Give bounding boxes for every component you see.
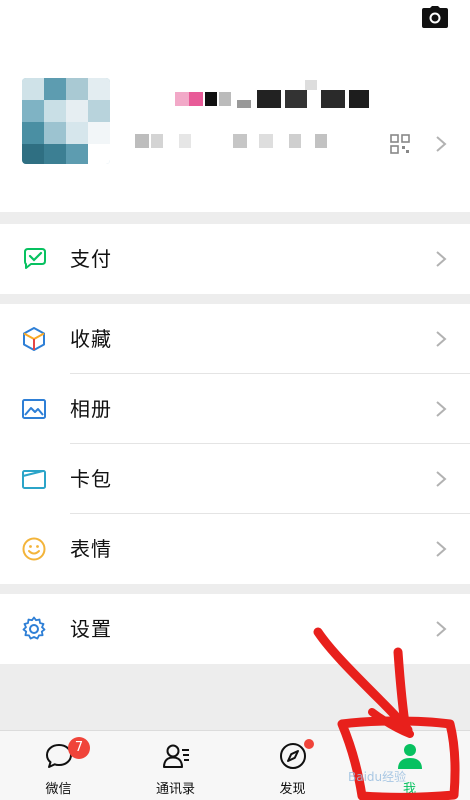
wallet-check-icon — [24, 248, 46, 269]
tab-contacts[interactable]: 通讯录 — [117, 731, 234, 800]
menu-item-pay[interactable]: 支付 — [0, 224, 470, 294]
camera-icon — [422, 6, 448, 28]
chevron-right-icon — [436, 541, 447, 557]
watermark: Baidu经验 — [348, 770, 407, 784]
menu-item-label: 设置 — [70, 617, 112, 641]
person-icon — [398, 744, 422, 769]
tab-discover[interactable]: 发现 — [234, 731, 351, 800]
chevron-right-icon — [436, 401, 447, 417]
chevron-right-icon — [436, 471, 447, 487]
bottom-tab-bar: 7 微信 通讯录 发现 我 — [0, 730, 470, 800]
camera-button[interactable] — [420, 4, 450, 30]
emoji-smile-icon — [22, 537, 46, 561]
favorites-cube-icon — [23, 327, 45, 351]
menu-group-collections: 收藏 相册 卡包 表情 — [0, 304, 470, 584]
menu-item-label: 支付 — [70, 247, 112, 271]
tab-wechat[interactable]: 7 微信 — [0, 731, 117, 800]
menu-item-emoji[interactable]: 表情 — [0, 514, 470, 584]
menu-item-label: 收藏 — [70, 327, 112, 351]
new-content-dot — [304, 739, 314, 749]
menu-group-settings: 设置 — [0, 594, 470, 664]
gear-icon — [22, 616, 46, 640]
menu-item-label: 相册 — [70, 397, 112, 421]
tab-me[interactable]: 我 — [351, 731, 468, 800]
menu-item-settings[interactable]: 设置 — [0, 594, 470, 664]
unread-badge: 7 — [68, 737, 90, 759]
menu-item-label: 卡包 — [70, 467, 112, 491]
chevron-right-icon — [436, 331, 447, 347]
menu-group-pay: 支付 — [0, 224, 470, 294]
tab-label: 微信 — [45, 782, 72, 797]
menu-item-card-wallet[interactable]: 卡包 — [0, 444, 470, 514]
nickname-redacted — [175, 80, 375, 114]
qr-code-icon[interactable] — [390, 134, 410, 154]
album-icon — [22, 399, 46, 419]
wechat-id-redacted — [135, 132, 335, 152]
contacts-icon — [163, 744, 189, 768]
card-wallet-icon — [22, 470, 46, 489]
menu-item-label: 表情 — [70, 537, 112, 561]
profile-header[interactable] — [0, 0, 470, 212]
chevron-right-icon — [436, 136, 447, 152]
avatar[interactable] — [22, 78, 110, 164]
chevron-right-icon — [436, 251, 447, 267]
tab-label: 发现 — [279, 782, 306, 797]
chevron-right-icon — [436, 621, 447, 637]
menu-item-favorites[interactable]: 收藏 — [0, 304, 470, 374]
menu-item-album[interactable]: 相册 — [0, 374, 470, 444]
tab-label: 通讯录 — [155, 782, 195, 797]
